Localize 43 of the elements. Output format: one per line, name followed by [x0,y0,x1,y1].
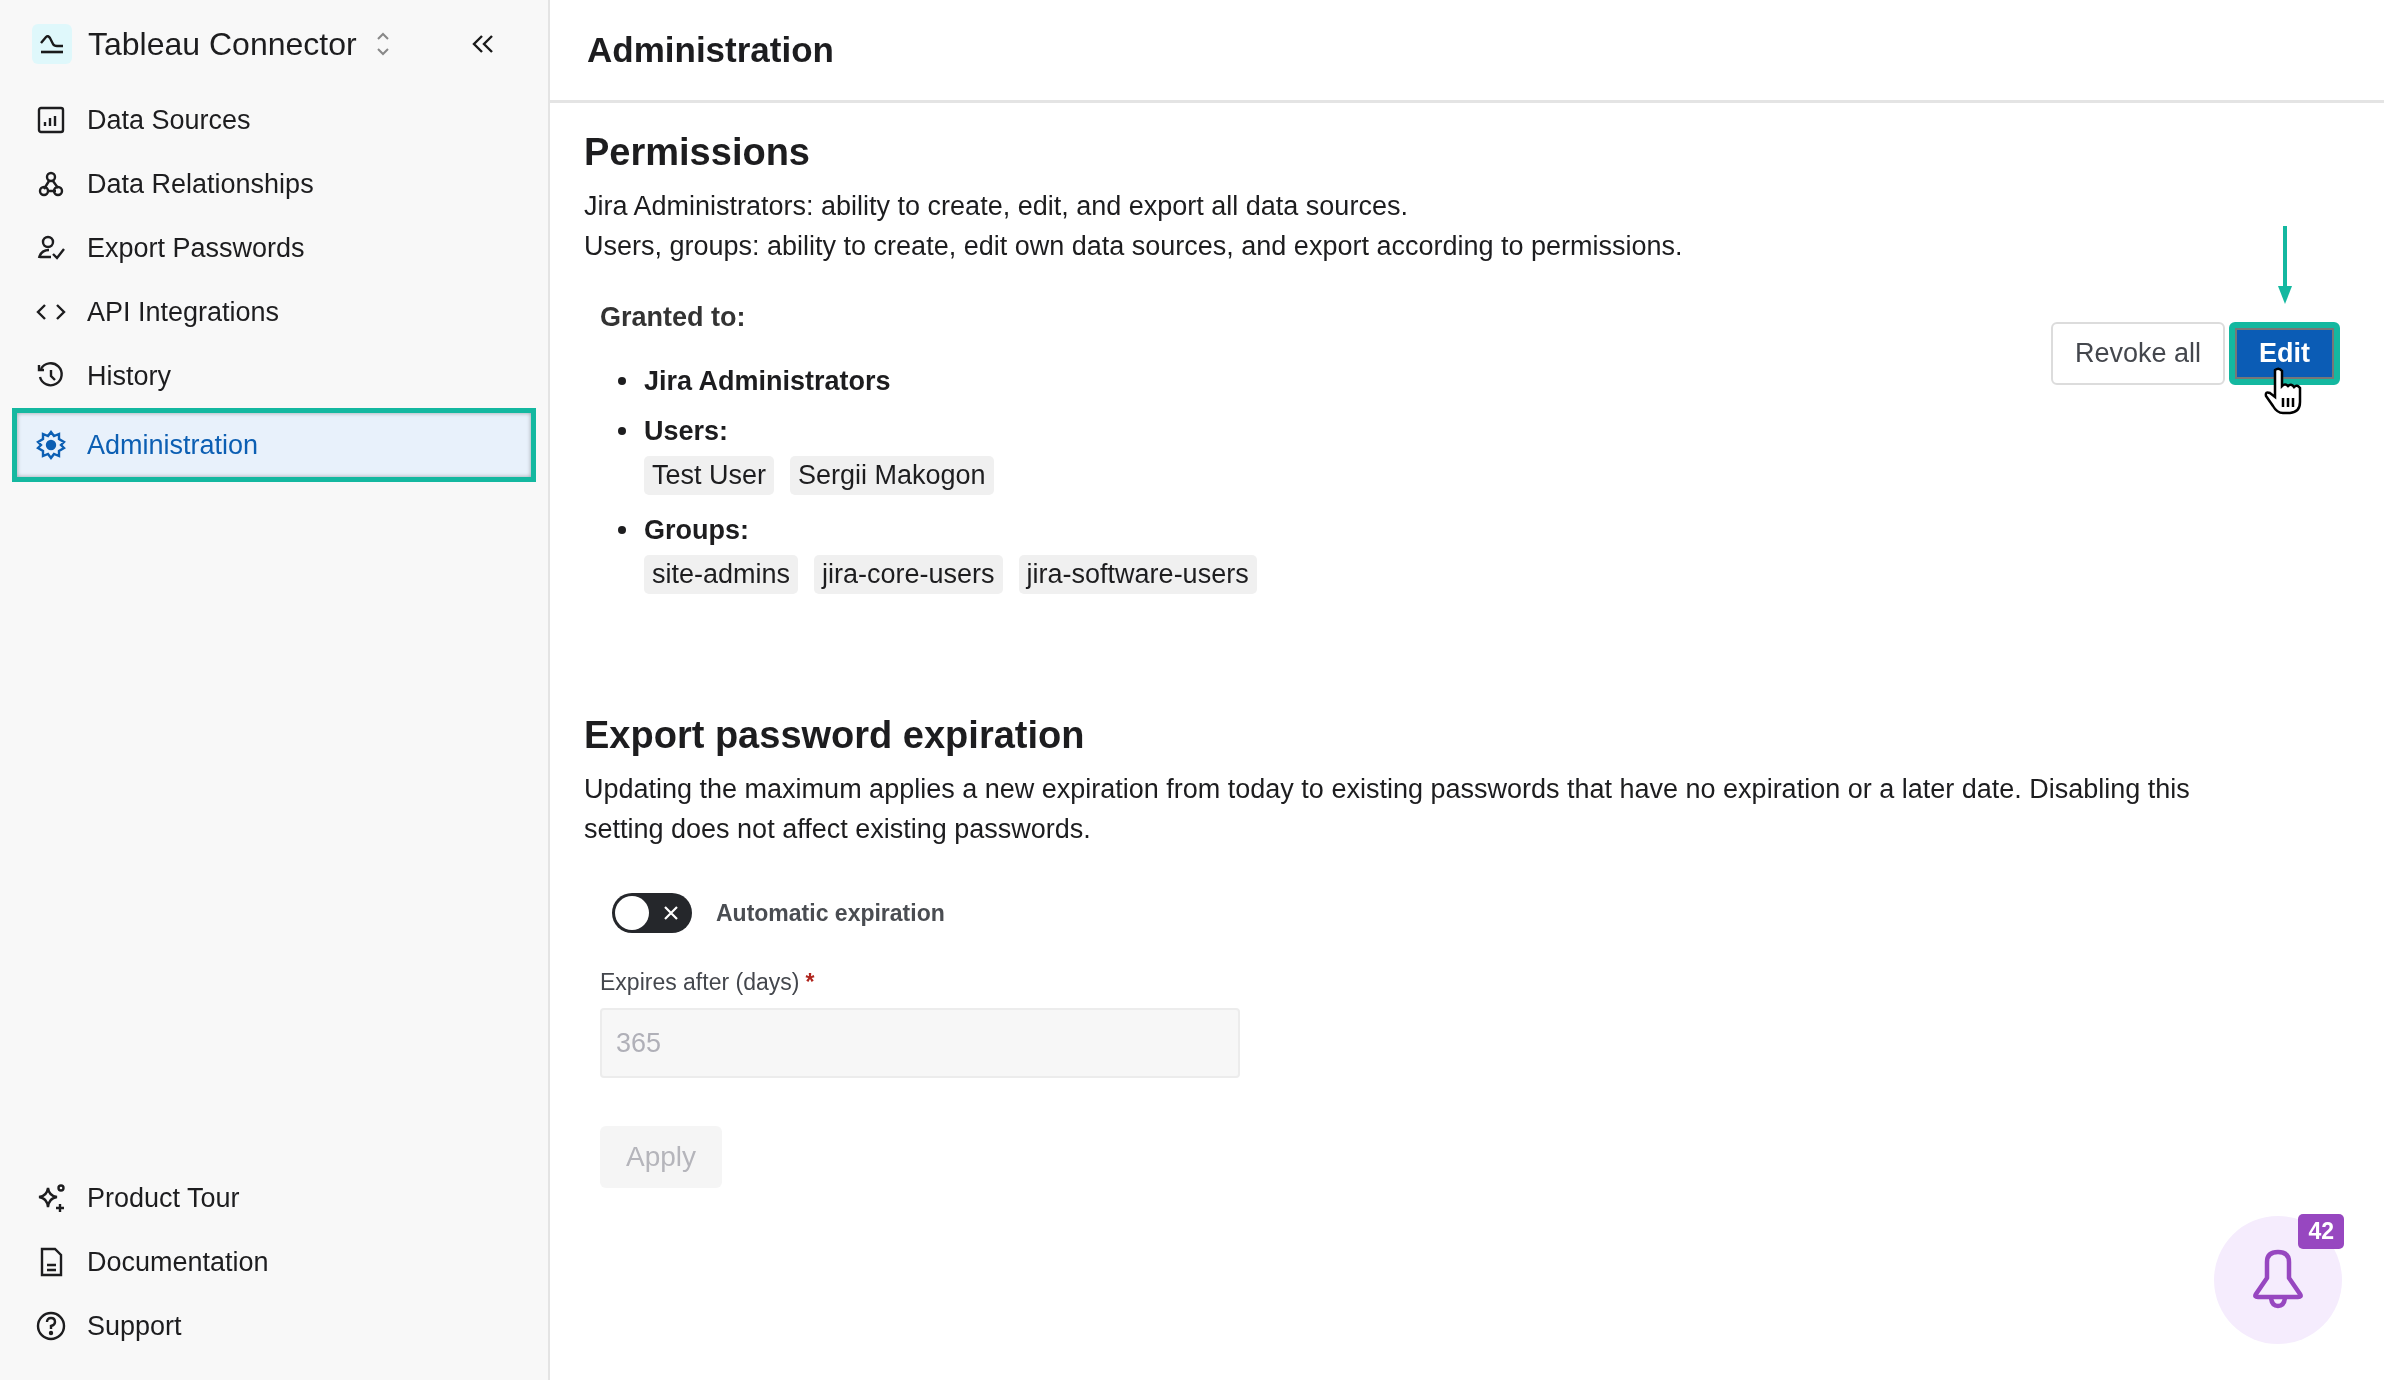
tag: Test User [644,456,775,495]
collapse-sidebar-icon[interactable] [470,33,496,55]
nav-item[interactable]: Export Passwords [12,216,536,280]
app-title: Tableau Connector [88,25,357,63]
tag: jira-core-users [814,555,1003,594]
required-mark: * [805,969,815,996]
grant-label: Users: [644,415,729,447]
section-heading: Export password expiration [584,714,1086,757]
nav-item[interactable]: Data Relationships [12,152,536,216]
notifications-button[interactable]: 42 [2214,1216,2342,1344]
gear-icon [35,429,67,461]
button[interactable]: Edit [2229,322,2340,385]
description-text: Users, groups: ability to create, edit own data sources, and export according to permissions. [584,230,1684,263]
grant-label: Groups: [644,514,749,546]
bullet-icon [618,377,626,385]
nav-item[interactable]: Administration [12,408,536,482]
nav-item[interactable]: Product Tour [12,1166,536,1230]
switcher-chevrons-icon[interactable] [374,30,391,58]
chart-icon [35,104,67,136]
tag: Sergii Makogon [790,456,994,495]
app-logo-icon [32,24,72,64]
granted-label: Granted to: [600,300,747,334]
tag: site-admins [644,555,799,594]
description-text: Jira Administrators: ability to create, edit, and export all data sources. [584,190,1409,223]
field-label: Expires after (days) [600,969,800,996]
section-heading: Permissions [584,131,811,174]
page-title: Administration [587,30,834,70]
nav-item[interactable]: Data Sources [12,88,536,152]
tag: jira-software-users [1018,555,1257,594]
help-icon [35,1310,67,1342]
nav-item[interactable]: API Integrations [12,280,536,344]
description-text: Updating the maximum applies a new expiration from today to existing passwords that have no expiration or a later date. Disabling this setting does not affect existing passwords. [584,773,2191,846]
nav-item[interactable]: Support [12,1294,536,1358]
toggle-label: Automatic expiration [716,899,945,927]
toggle-switch[interactable] [612,893,692,933]
bullet-icon [618,526,626,534]
notification-count: 42 [2298,1214,2344,1249]
nav-item[interactable]: History [12,344,536,408]
button[interactable]: Revoke all [2050,322,2225,385]
grant-label: Jira Administrators [644,365,891,397]
nav-item[interactable]: Documentation [12,1230,536,1294]
bullet-icon [618,427,626,435]
toggle-x-icon [662,904,680,922]
